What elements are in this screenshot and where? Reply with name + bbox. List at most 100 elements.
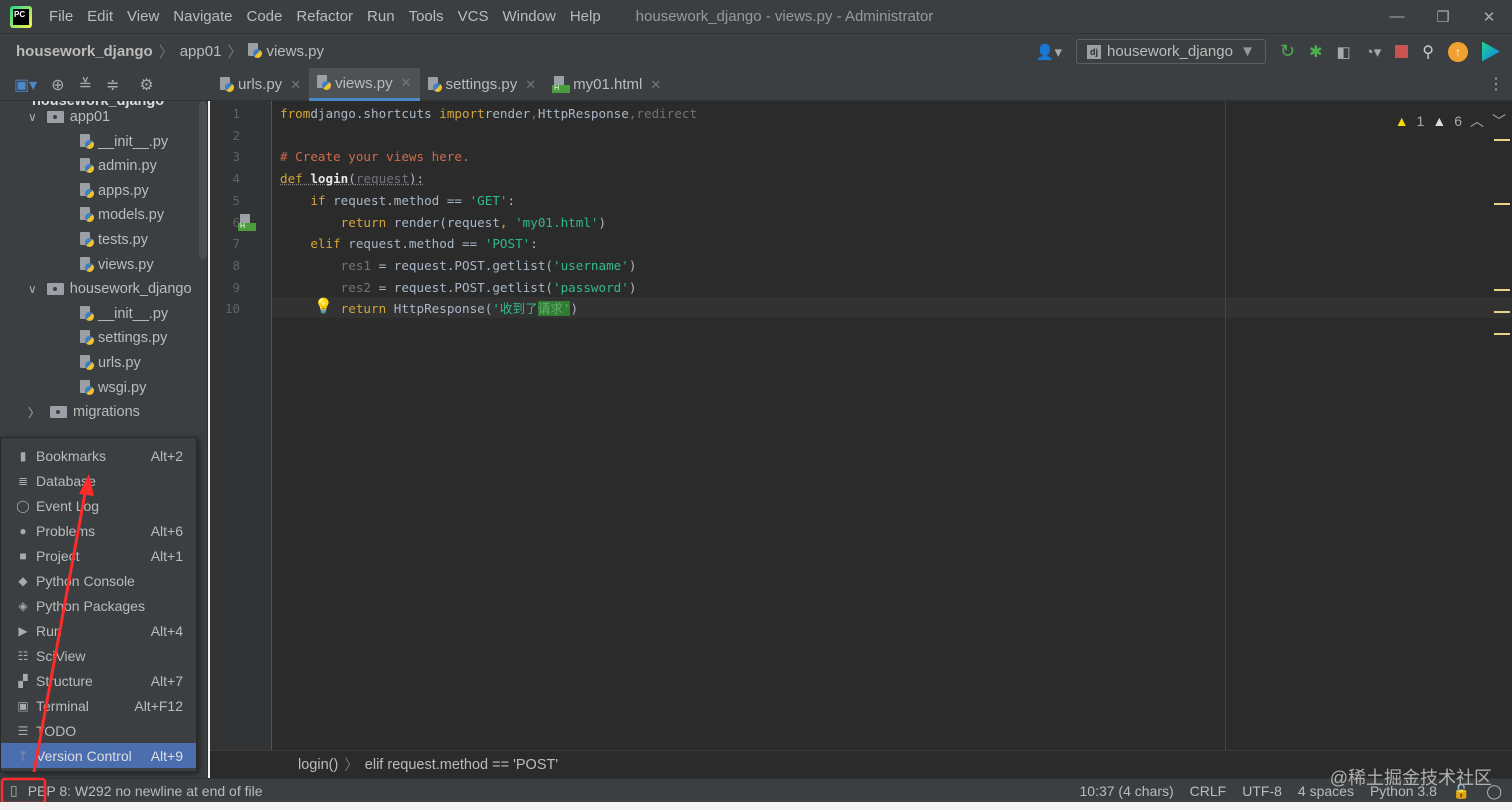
breadcrumb-file[interactable]: views.py xyxy=(266,43,324,60)
code-line[interactable]: fromdjango.shortcuts importrender,HttpRe… xyxy=(280,103,697,125)
tree-item[interactable]: models.py xyxy=(80,203,164,227)
tree-item[interactable]: tests.py xyxy=(80,228,148,252)
tree-item[interactable]: wsgi.py xyxy=(80,376,146,400)
code-line[interactable]: def login(request): xyxy=(280,168,424,190)
menu-item-event-log[interactable]: ◯ Event Log xyxy=(1,493,196,518)
stop-icon[interactable] xyxy=(1395,45,1409,58)
tree-item[interactable]: 〉 migrations xyxy=(28,400,140,424)
menu-window[interactable]: Window xyxy=(495,8,562,25)
minimize-icon[interactable]: — xyxy=(1374,0,1420,33)
code-line[interactable]: elif request.method == 'POST': xyxy=(280,233,538,255)
debug-icon[interactable]: ✱ xyxy=(1309,42,1322,62)
tool-windows-toggle-icon[interactable]: ▯ xyxy=(10,782,18,799)
chevron-right-icon[interactable]: 〉 xyxy=(28,404,40,421)
menu-refactor[interactable]: Refactor xyxy=(289,8,360,25)
menu-item-sciview[interactable]: ☷ SciView xyxy=(1,643,196,668)
file-encoding[interactable]: UTF-8 xyxy=(1242,783,1282,799)
tree-item[interactable]: settings.py xyxy=(80,326,167,350)
menu-run[interactable]: Run xyxy=(360,8,402,25)
breadcrumb-function[interactable]: login() xyxy=(298,757,338,773)
menu-item-label: SciView xyxy=(36,647,86,664)
code-token: render xyxy=(484,106,531,121)
code-line[interactable]: res1 = request.POST.getlist('username') xyxy=(280,255,637,277)
inspection-widget[interactable]: ▲ 1 ▲ 6 ︿ ﹀ xyxy=(1395,111,1506,131)
code-line[interactable]: return render(request, 'my01.html') xyxy=(280,212,606,234)
coverage-icon[interactable]: ◧ xyxy=(1337,43,1351,61)
tree-item[interactable]: ∨ housework_django xyxy=(28,277,192,301)
menu-view[interactable]: View xyxy=(120,8,166,25)
menu-help[interactable]: Help xyxy=(563,8,608,25)
tab-settings-py[interactable]: settings.py ✕ xyxy=(420,68,545,101)
menu-vcs[interactable]: VCS xyxy=(451,8,496,25)
search-icon[interactable]: ⚲ xyxy=(1422,42,1434,62)
lightbulb-icon[interactable]: 💡 xyxy=(314,297,333,315)
scrollbar[interactable] xyxy=(199,101,207,259)
menu-item-version-control[interactable]: ᛘ Version Control Alt+9 xyxy=(1,743,196,768)
menu-item-database[interactable]: ≣ Database xyxy=(1,468,196,493)
tree-item[interactable]: views.py xyxy=(80,253,154,277)
chevron-down-icon[interactable]: ﹀ xyxy=(1492,111,1506,131)
tab-urls-py[interactable]: urls.py ✕ xyxy=(212,68,309,101)
tab-views-py[interactable]: views.py ✕ xyxy=(309,68,420,101)
code-line[interactable]: res2 = request.POST.getlist('password') xyxy=(280,277,637,299)
tree-item[interactable]: admin.py xyxy=(80,154,157,178)
tab-my01-html[interactable]: my01.html ✕ xyxy=(544,68,669,101)
tree-item[interactable]: urls.py xyxy=(80,351,141,375)
close-icon[interactable]: ✕ xyxy=(401,75,412,91)
close-icon[interactable]: ✕ xyxy=(525,77,536,93)
caret-position[interactable]: 10:37 (4 chars) xyxy=(1080,783,1174,799)
menu-file[interactable]: File xyxy=(42,8,80,25)
update-icon[interactable]: ↑ xyxy=(1448,41,1468,62)
restore-icon[interactable]: ❐ xyxy=(1420,0,1466,33)
status-message[interactable]: PEP 8: W292 no newline at end of file xyxy=(28,783,263,799)
menu-item-python-packages[interactable]: ◈ Python Packages xyxy=(1,593,196,618)
code-token: 请求' xyxy=(537,301,571,317)
tree-item[interactable]: ∨ app01 xyxy=(28,105,110,129)
breadcrumb-project[interactable]: housework_django xyxy=(16,43,153,60)
menu-item-label: Version Control xyxy=(36,747,132,764)
chevron-down-icon[interactable]: ∨ xyxy=(28,110,37,124)
database-icon: ≣ xyxy=(17,473,29,488)
menu-item-label: Run xyxy=(36,622,62,639)
line-separator[interactable]: CRLF xyxy=(1190,783,1227,799)
menu-navigate[interactable]: Navigate xyxy=(166,8,239,25)
menu-item-problems[interactable]: ● Problems Alt+6 xyxy=(1,518,196,543)
gear-icon[interactable]: ⚙ xyxy=(139,75,153,95)
tree-item[interactable]: __init__.py xyxy=(80,302,168,326)
jetbrains-toolbox-icon[interactable] xyxy=(1482,41,1500,62)
code-line[interactable]: # Create your views here. xyxy=(280,146,470,168)
menu-tools[interactable]: Tools xyxy=(402,8,451,25)
collapse-all-icon[interactable]: ≑ xyxy=(106,75,119,95)
expand-all-icon[interactable]: ≚ xyxy=(79,75,92,95)
breadcrumb-block[interactable]: elif request.method == 'POST' xyxy=(365,757,558,773)
rerun-icon[interactable]: ↻ xyxy=(1280,41,1295,62)
chevron-up-icon[interactable]: ︿ xyxy=(1470,111,1484,131)
code-editor[interactable]: 1 2 3 4 5 6 7 8 9 10 fromdjango.shortcuts importr… xyxy=(210,101,1512,750)
code-token: return xyxy=(340,214,387,230)
code-line[interactable]: if request.method == 'GET': xyxy=(280,190,515,212)
close-icon[interactable]: ✕ xyxy=(650,77,661,93)
tree-item[interactable]: apps.py xyxy=(80,179,149,203)
menu-item-python-console[interactable]: ◆ Python Console xyxy=(1,568,196,593)
breadcrumb-folder[interactable]: app01 xyxy=(180,43,222,60)
menu-item-terminal[interactable]: ▣ Terminal Alt+F12 xyxy=(1,693,196,718)
profile-icon[interactable]: ◔▾ xyxy=(1365,43,1382,61)
project-view-icon[interactable]: ▣▾ xyxy=(14,75,37,95)
menu-item-project[interactable]: ■ Project Alt+1 xyxy=(1,543,196,568)
code-token: if xyxy=(310,192,326,208)
tree-item[interactable]: __init__.py xyxy=(80,130,168,154)
menu-code[interactable]: Code xyxy=(239,8,289,25)
menu-item-run[interactable]: ▶ Run Alt+4 xyxy=(1,618,196,643)
menu-item-structure[interactable]: ▞ Structure Alt+7 xyxy=(1,668,196,693)
close-icon[interactable]: ✕ xyxy=(290,77,301,93)
run-configuration-select[interactable]: dj housework_django ▼ xyxy=(1076,39,1266,64)
menu-item-todo[interactable]: ☰ TODO xyxy=(1,718,196,743)
chevron-down-icon[interactable]: ∨ xyxy=(28,282,37,296)
user-icon[interactable]: 👤▾ xyxy=(1036,43,1062,61)
menu-edit[interactable]: Edit xyxy=(80,8,120,25)
close-icon[interactable]: ✕ xyxy=(1466,0,1512,33)
menu-item-bookmarks[interactable]: ▮ Bookmarks Alt+2 xyxy=(1,443,196,468)
more-icon[interactable]: ⋮ xyxy=(1488,74,1504,94)
html-file-gutter-icon[interactable] xyxy=(238,214,259,231)
locate-icon[interactable]: ⊕ xyxy=(51,75,64,95)
